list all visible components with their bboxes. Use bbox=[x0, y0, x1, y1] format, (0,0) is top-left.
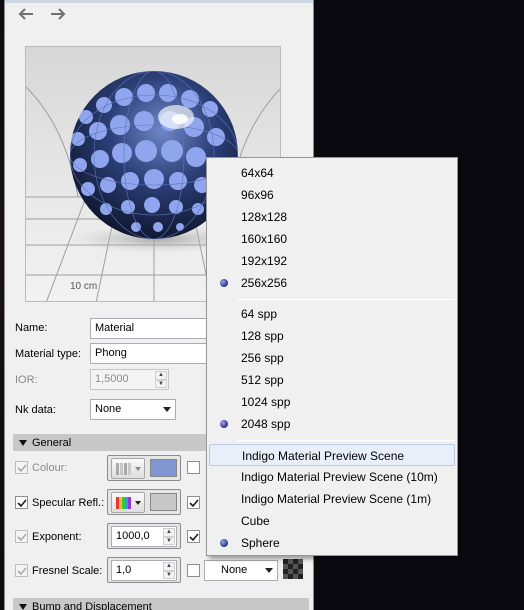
material-type-value: Phong bbox=[95, 347, 127, 359]
name-label: Name: bbox=[15, 322, 48, 334]
specular-swatch[interactable] bbox=[150, 493, 177, 511]
colour-texture-checkbox[interactable] bbox=[187, 461, 200, 474]
menu-separator bbox=[237, 440, 455, 441]
radio-selected-icon bbox=[220, 420, 228, 428]
ior-label: IOR: bbox=[15, 374, 38, 386]
menu-item-samples[interactable]: 256 spp bbox=[209, 347, 455, 369]
chevron-down-icon bbox=[163, 407, 171, 412]
ior-input[interactable]: 1,5000 ▲ ▼ bbox=[90, 369, 169, 390]
chevron-down-icon bbox=[135, 467, 141, 471]
menu-item-scene[interactable]: Indigo Material Preview Scene (10m) bbox=[209, 466, 455, 488]
fresnel-value: 1,0 bbox=[116, 564, 132, 576]
ior-value: 1,5000 bbox=[95, 373, 129, 385]
fresnel-checkbox[interactable] bbox=[15, 564, 28, 577]
exponent-checkbox[interactable] bbox=[15, 530, 28, 543]
menu-item-samples[interactable]: 64 spp bbox=[209, 303, 455, 325]
menu-item-resolution[interactable]: 128x128 bbox=[209, 206, 455, 228]
colour-control-group bbox=[107, 455, 181, 481]
menu-item-resolution[interactable]: 96x96 bbox=[209, 184, 455, 206]
menu-item-resolution[interactable]: 64x64 bbox=[209, 162, 455, 184]
arrow-right-icon bbox=[51, 8, 66, 20]
spectrum-icon bbox=[116, 497, 131, 509]
exponent-value: 1000,0 bbox=[116, 530, 150, 542]
checkmark-icon bbox=[16, 532, 27, 541]
exponent-control-group: 1000,0 ▲ ▼ bbox=[107, 523, 181, 549]
exponent-label: Exponent: bbox=[32, 531, 82, 543]
chevron-down-icon bbox=[265, 568, 273, 573]
spin-down-icon[interactable]: ▼ bbox=[155, 379, 167, 388]
checkmark-icon bbox=[188, 498, 199, 507]
texture-checker-icon[interactable] bbox=[283, 559, 303, 579]
menu-item-scene[interactable]: Sphere bbox=[209, 532, 455, 554]
specular-label: Specular Refl.: bbox=[32, 497, 105, 509]
fresnel-texture-select[interactable]: None bbox=[204, 560, 278, 581]
general-section-title: General bbox=[32, 436, 72, 449]
preview-context-menu: 64x64 96x96 128x128 160x160 192x192 256x… bbox=[206, 157, 458, 556]
panel-top-edge bbox=[5, 0, 313, 3]
fresnel-texture-checkbox[interactable] bbox=[187, 564, 200, 577]
colour-swatch[interactable] bbox=[150, 459, 177, 477]
checkmark-icon bbox=[188, 532, 199, 541]
menu-item-scene-highlighted[interactable]: Indigo Material Preview Scene bbox=[209, 444, 455, 466]
nk-data-label: Nk data: bbox=[15, 404, 56, 416]
checkmark-icon bbox=[16, 463, 27, 472]
spin-up-icon[interactable]: ▲ bbox=[163, 562, 175, 571]
spin-down-icon[interactable]: ▼ bbox=[163, 536, 175, 545]
collapse-triangle-icon bbox=[19, 603, 27, 610]
fresnel-texture-value: None bbox=[221, 564, 248, 576]
texture-bars-icon bbox=[116, 463, 131, 475]
fresnel-spinner[interactable]: ▲ ▼ bbox=[163, 562, 175, 579]
fresnel-label: Fresnel Scale: bbox=[32, 565, 103, 577]
specular-control-group bbox=[107, 489, 181, 515]
specular-checkbox[interactable] bbox=[15, 496, 28, 509]
radio-selected-icon bbox=[220, 539, 228, 547]
exponent-spinner[interactable]: ▲ ▼ bbox=[163, 528, 175, 545]
specular-type-button[interactable] bbox=[111, 492, 145, 513]
arrow-left-icon bbox=[18, 8, 33, 20]
bump-section-header[interactable]: Bump and Displacement bbox=[13, 598, 309, 610]
colour-type-button[interactable] bbox=[111, 458, 145, 479]
menu-item-scene[interactable]: Indigo Material Preview Scene (1m) bbox=[209, 488, 455, 510]
menu-item-resolution[interactable]: 192x192 bbox=[209, 250, 455, 272]
ior-spinner[interactable]: ▲ ▼ bbox=[155, 371, 167, 388]
chevron-down-icon bbox=[135, 501, 141, 505]
menu-item-resolution[interactable]: 256x256 bbox=[209, 272, 455, 294]
checkmark-icon bbox=[16, 566, 27, 575]
forward-button[interactable] bbox=[47, 4, 69, 24]
material-type-label: Material type: bbox=[15, 348, 82, 360]
fresnel-control-group: 1,0 ▲ ▼ bbox=[107, 557, 181, 583]
menu-item-samples[interactable]: 2048 spp bbox=[209, 413, 455, 435]
colour-label: Colour: bbox=[32, 462, 68, 474]
nk-data-value: None bbox=[95, 403, 122, 415]
nk-data-select[interactable]: None bbox=[90, 399, 176, 420]
spin-down-icon[interactable]: ▼ bbox=[163, 570, 175, 579]
spin-up-icon[interactable]: ▲ bbox=[155, 371, 167, 380]
bump-section-title: Bump and Displacement bbox=[32, 600, 152, 610]
collapse-triangle-icon bbox=[19, 439, 27, 446]
menu-item-scene[interactable]: Cube bbox=[209, 510, 455, 532]
menu-item-samples[interactable]: 128 spp bbox=[209, 325, 455, 347]
menu-item-resolution[interactable]: 160x160 bbox=[209, 228, 455, 250]
colour-checkbox[interactable] bbox=[15, 461, 28, 474]
preview-scale-label: 10 cm bbox=[70, 281, 97, 292]
checkmark-icon bbox=[16, 498, 27, 507]
exponent-texture-checkbox[interactable] bbox=[187, 530, 200, 543]
back-button[interactable] bbox=[15, 4, 37, 24]
exponent-input[interactable]: 1000,0 ▲ ▼ bbox=[111, 526, 177, 547]
menu-item-samples[interactable]: 1024 spp bbox=[209, 391, 455, 413]
spin-up-icon[interactable]: ▲ bbox=[163, 528, 175, 537]
radio-selected-icon bbox=[220, 279, 228, 287]
menu-separator bbox=[237, 299, 455, 300]
specular-texture-checkbox[interactable] bbox=[187, 496, 200, 509]
fresnel-input[interactable]: 1,0 ▲ ▼ bbox=[111, 560, 177, 581]
menu-item-samples[interactable]: 512 spp bbox=[209, 369, 455, 391]
